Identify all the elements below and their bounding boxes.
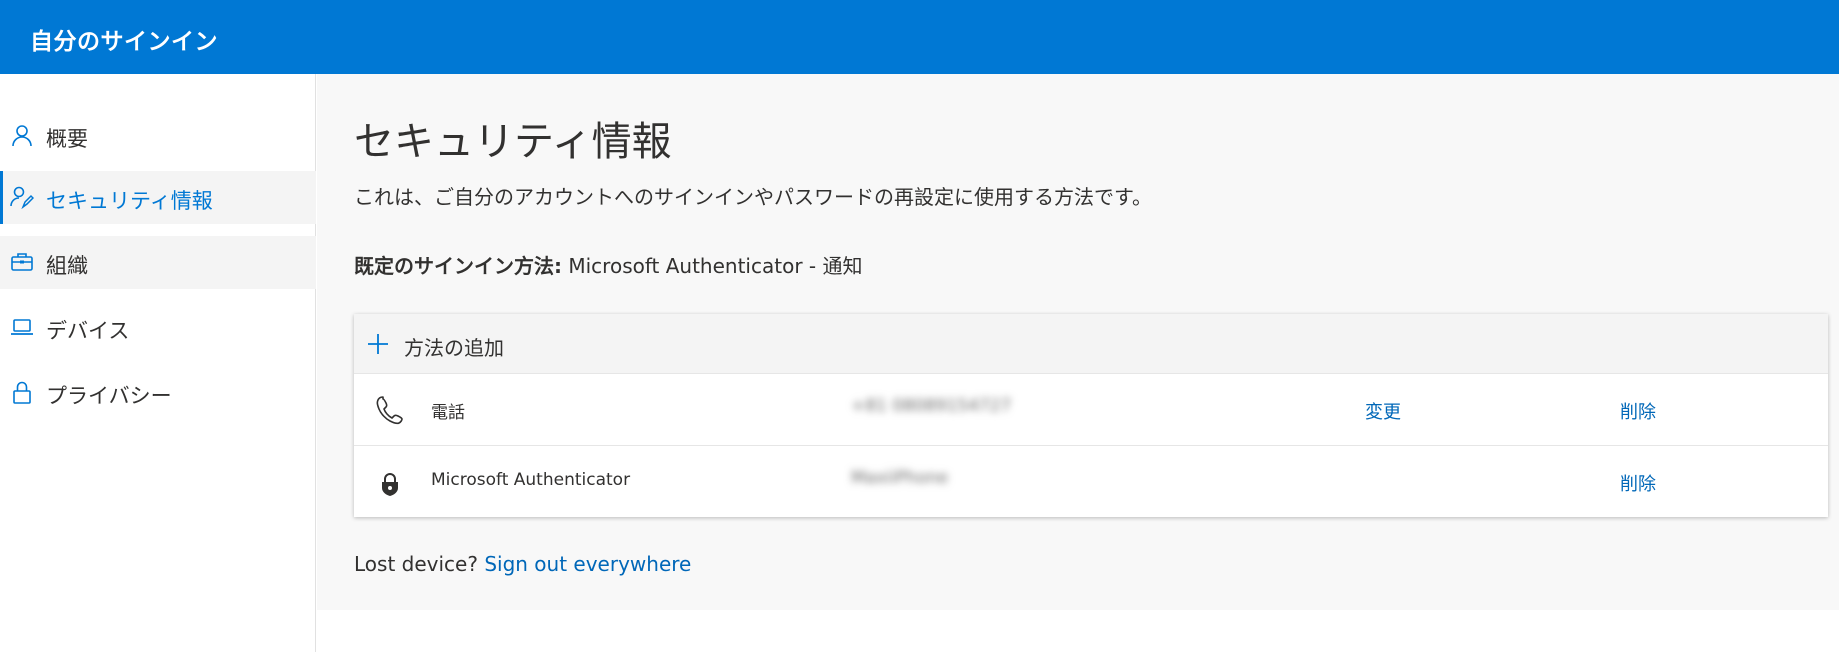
main-content: セキュリティ情報 これは、ご自分のアカウントへのサインインやパスワードの再設定に… (317, 74, 1839, 610)
method-row-authenticator: Microsoft Authenticator MaxiiPhone 削除 (354, 446, 1828, 518)
phone-icon (376, 396, 403, 425)
sidebar-item-label: 概要 (46, 127, 88, 151)
person-key-icon (10, 186, 34, 209)
sidebar-item-overview[interactable]: 概要 (0, 109, 316, 162)
add-method-button[interactable]: 方法の追加 (354, 314, 1828, 374)
top-bar: 自分のサインイン (0, 0, 1839, 74)
sidebar-item-organization[interactable]: 組織 (0, 236, 316, 289)
lock-icon (13, 381, 31, 404)
lost-device-text: Lost device? (354, 552, 478, 576)
method-row-phone: 電話 +81 08089154727 変更 削除 (354, 374, 1828, 446)
page-description: これは、ご自分のアカウントへのサインインやパスワードの再設定に使用する方法です。 (354, 185, 1152, 209)
delete-phone-button[interactable]: 削除 (1620, 398, 1656, 424)
methods-card: 方法の追加 電話 +81 08089154727 変更 削除 Microsoft… (354, 314, 1828, 517)
method-name: Microsoft Authenticator (431, 470, 631, 490)
sidebar-item-devices[interactable]: デバイス (0, 301, 316, 354)
sidebar-nav: 概要 セキュリティ情報 組織 デバイス プライバシー (0, 74, 316, 652)
default-sign-in-method: 既定のサインイン方法: Microsoft Authenticator - 通知 (354, 250, 862, 279)
laptop-icon (11, 319, 33, 335)
briefcase-icon (11, 253, 33, 271)
sidebar-item-security[interactable]: セキュリティ情報 (0, 171, 316, 224)
lost-device: Lost device? Sign out everywhere (354, 552, 691, 576)
method-name: 電話 (431, 403, 465, 423)
page-title: セキュリティ情報 (354, 119, 672, 165)
authenticator-lock-icon (382, 473, 398, 496)
person-icon (12, 125, 32, 147)
sidebar-item-label: デバイス (46, 319, 130, 343)
sidebar-item-label: セキュリティ情報 (46, 189, 213, 213)
sidebar-item-label: プライバシー (46, 384, 172, 408)
app-title[interactable]: 自分のサインイン (30, 22, 218, 56)
sidebar-item-privacy[interactable]: プライバシー (0, 366, 316, 419)
sign-out-everywhere-link[interactable]: Sign out everywhere (484, 552, 691, 576)
method-value: MaxiiPhone (851, 468, 949, 488)
delete-authenticator-button[interactable]: 削除 (1620, 470, 1656, 496)
method-value: +81 08089154727 (851, 396, 1012, 416)
default-method-value: Microsoft Authenticator - 通知 (568, 254, 863, 278)
change-phone-button[interactable]: 変更 (1365, 398, 1401, 424)
add-method-label: 方法の追加 (404, 336, 504, 360)
plus-icon (368, 334, 388, 354)
default-method-label: 既定のサインイン方法: (354, 254, 562, 278)
sidebar-item-label: 組織 (46, 254, 88, 278)
